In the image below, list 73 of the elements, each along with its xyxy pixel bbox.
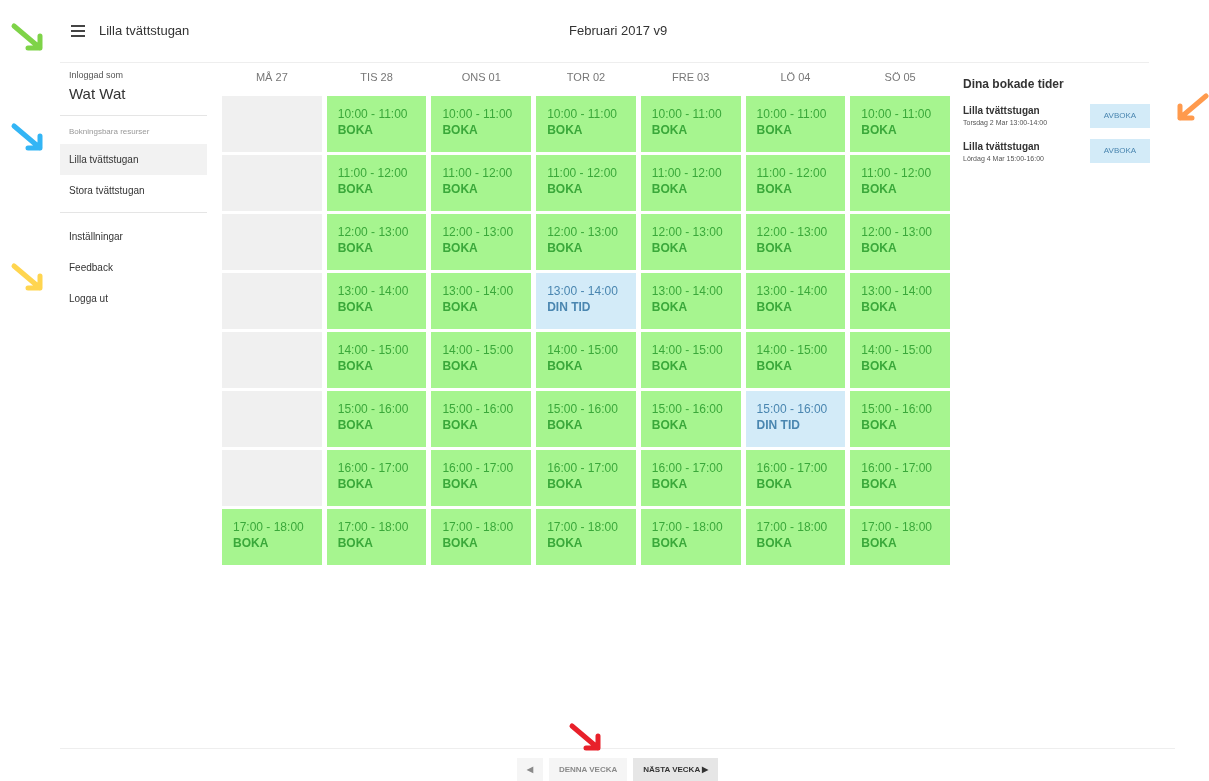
time-slot[interactable]: 15:00 - 16:00 BOKA — [850, 391, 950, 447]
time-slot[interactable]: 11:00 - 12:00 BOKA — [850, 155, 950, 211]
time-slot[interactable]: 13:00 - 14:00 BOKA — [326, 273, 427, 329]
time-slot[interactable]: 13:00 - 14:00 DIN TID — [536, 273, 636, 329]
time-slot[interactable]: 11:00 - 12:00 BOKA — [536, 155, 636, 211]
time-slot[interactable]: 17:00 - 18:00 BOKA — [745, 509, 846, 565]
time-slot[interactable]: 17:00 - 18:00 BOKA — [222, 509, 322, 565]
time-slot[interactable]: 14:00 - 15:00 BOKA — [536, 332, 636, 388]
time-slot[interactable]: 14:00 - 15:00 BOKA — [745, 332, 846, 388]
time-slot[interactable]: 12:00 - 13:00 BOKA — [850, 214, 950, 270]
time-slot[interactable]: 15:00 - 16:00 BOKA — [326, 391, 427, 447]
time-slot[interactable]: 14:00 - 15:00 BOKA — [326, 332, 427, 388]
time-slot[interactable]: 12:00 - 13:00 BOKA — [326, 214, 427, 270]
pager-button[interactable]: NÄSTA VECKA ▶ — [633, 758, 719, 781]
time-slot[interactable]: 16:00 - 17:00 BOKA — [536, 450, 636, 506]
time-slot[interactable]: 17:00 - 18:00 BOKA — [850, 509, 950, 565]
time-slot[interactable]: 10:00 - 11:00 BOKA — [640, 96, 741, 152]
time-slot[interactable]: 16:00 - 17:00 BOKA — [326, 450, 427, 506]
time-slot[interactable]: 10:00 - 11:00 BOKA — [745, 96, 846, 152]
cancel-button[interactable]: AVBOKA — [1090, 103, 1150, 128]
time-slot[interactable]: 16:00 - 17:00 BOKA — [640, 450, 741, 506]
menu-icon[interactable] — [71, 25, 85, 37]
time-slot[interactable]: 17:00 - 18:00 BOKA — [640, 509, 741, 565]
day-header: TIS 28 — [359, 70, 394, 85]
week-title: Februari 2017 v9 — [569, 22, 668, 41]
booking-resource: Lilla tvättstugan — [963, 104, 1041, 118]
time-slot[interactable]: 13:00 - 14:00 BOKA — [431, 273, 532, 329]
time-slot[interactable]: 16:00 - 17:00 BOKA — [431, 450, 532, 506]
time-slot[interactable]: 11:00 - 12:00 BOKA — [745, 155, 846, 211]
menu-link[interactable]: Inställningar — [60, 221, 207, 252]
time-slot[interactable]: 12:00 - 13:00 BOKA — [431, 214, 532, 270]
time-slot[interactable]: 16:00 - 17:00 BOKA — [745, 450, 846, 506]
bookings-title: Dina bokade tider — [963, 76, 1065, 93]
time-slot[interactable]: 15:00 - 16:00 BOKA — [640, 391, 741, 447]
time-slot[interactable]: 11:00 - 12:00 BOKA — [326, 155, 427, 211]
time-slot[interactable]: 11:00 - 12:00 BOKA — [431, 155, 532, 211]
resource-item[interactable]: Lilla tvättstugan — [60, 144, 207, 175]
resource-item[interactable]: Stora tvättstugan — [60, 175, 207, 206]
time-slot[interactable]: 13:00 - 14:00 BOKA — [850, 273, 950, 329]
menu-link[interactable]: Feedback — [60, 252, 207, 283]
time-slot[interactable]: 10:00 - 11:00 BOKA — [850, 96, 950, 152]
app-title: Lilla tvättstugan — [99, 22, 190, 41]
day-header: SÖ 05 — [883, 70, 917, 85]
time-slot[interactable]: 10:00 - 11:00 BOKA — [536, 96, 636, 152]
time-slot[interactable]: 15:00 - 16:00 BOKA — [536, 391, 636, 447]
time-slot[interactable]: 17:00 - 18:00 BOKA — [431, 509, 532, 565]
time-slot[interactable]: 14:00 - 15:00 BOKA — [850, 332, 950, 388]
time-slot[interactable]: 14:00 - 15:00 BOKA — [640, 332, 741, 388]
time-slot[interactable]: 10:00 - 11:00 BOKA — [431, 96, 532, 152]
time-slot[interactable]: 10:00 - 11:00 BOKA — [326, 96, 427, 152]
time-slot[interactable]: 15:00 - 16:00 DIN TID — [745, 391, 846, 447]
time-slot[interactable]: 13:00 - 14:00 BOKA — [745, 273, 846, 329]
time-slot[interactable]: 16:00 - 17:00 BOKA — [850, 450, 950, 506]
cancel-button[interactable]: AVBOKA — [1090, 139, 1150, 164]
day-header: TOR 02 — [565, 70, 607, 85]
time-slot[interactable]: 15:00 - 16:00 BOKA — [431, 391, 532, 447]
time-slot[interactable]: 11:00 - 12:00 BOKA — [640, 155, 741, 211]
day-header: MÅ 27 — [254, 70, 289, 85]
day-header: ONS 01 — [460, 70, 502, 85]
menu-link[interactable]: Logga ut — [60, 283, 207, 314]
time-slot[interactable]: 17:00 - 18:00 BOKA — [536, 509, 636, 565]
day-header: FRE 03 — [671, 70, 711, 85]
time-slot[interactable]: 17:00 - 18:00 BOKA — [326, 509, 427, 565]
time-slot[interactable]: 13:00 - 14:00 BOKA — [640, 273, 741, 329]
section-label: Bokningsbara resurser — [68, 126, 151, 138]
booking-resource: Lilla tvättstugan — [963, 139, 1041, 154]
time-slot[interactable]: 12:00 - 13:00 BOKA — [640, 214, 741, 270]
user-name: Wat Wat — [68, 83, 127, 104]
time-slot[interactable]: 12:00 - 13:00 BOKA — [536, 214, 636, 270]
time-slot[interactable]: 12:00 - 13:00 BOKA — [745, 214, 846, 270]
logged-in-label: Inloggad som — [68, 69, 125, 82]
day-header: LÖ 04 — [779, 70, 812, 85]
time-slot[interactable]: 14:00 - 15:00 BOKA — [431, 332, 532, 388]
